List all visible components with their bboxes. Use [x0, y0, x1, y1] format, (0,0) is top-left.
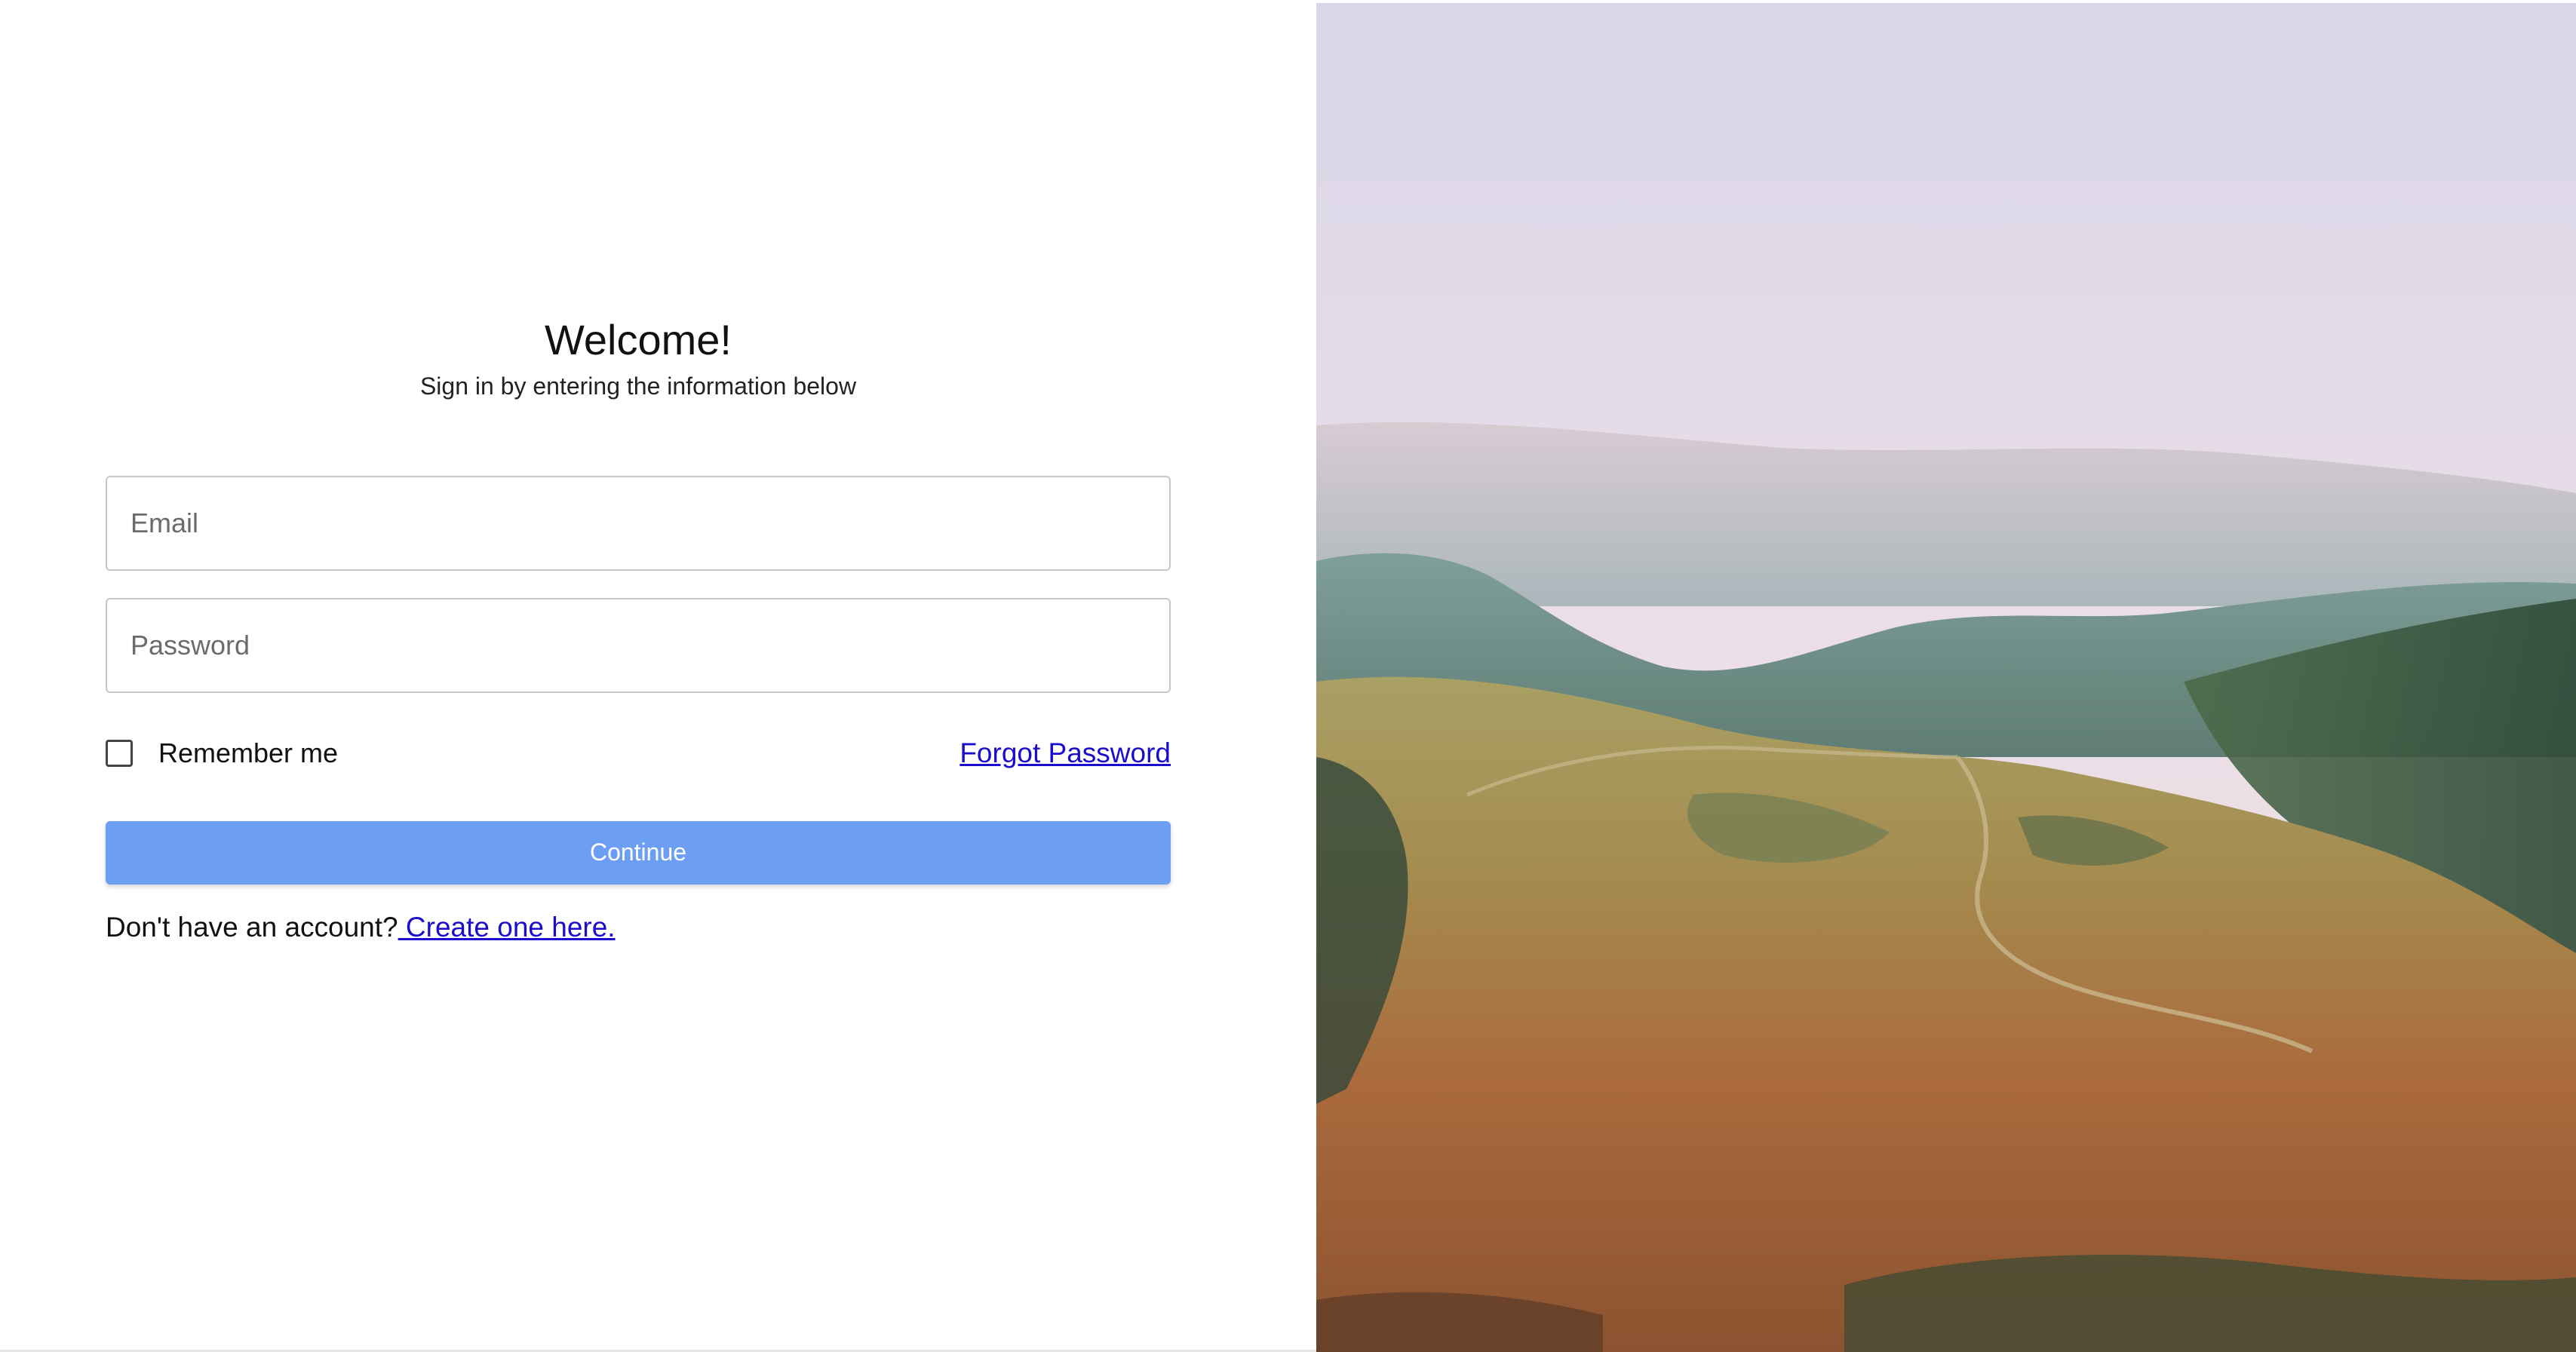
form-options-row: Remember me Forgot Password [106, 731, 1171, 776]
signup-row: Don't have an account? Create one here. [106, 912, 1171, 943]
page-title: Welcome! [545, 316, 732, 363]
page-subtitle: Sign in by entering the information belo… [419, 372, 857, 400]
signup-prompt: Don't have an account? [106, 911, 398, 943]
email-input[interactable] [106, 475, 1171, 571]
create-account-link[interactable]: Create one here. [398, 912, 616, 943]
remember-me-label: Remember me [158, 737, 339, 768]
landscape-illustration [1316, 3, 2576, 1352]
login-panel: Welcome! Sign in by entering the informa… [0, 0, 1316, 1352]
login-form: Welcome! Sign in by entering the informa… [106, 302, 1171, 943]
continue-button[interactable]: Continue [106, 820, 1171, 884]
checkbox-unchecked-icon[interactable] [106, 739, 133, 767]
forgot-password-link[interactable]: Forgot Password [959, 737, 1171, 769]
password-input[interactable] [106, 597, 1171, 693]
login-page: Welcome! Sign in by entering the informa… [0, 0, 2576, 1352]
remember-me-toggle[interactable]: Remember me [106, 737, 338, 769]
form-heading: Welcome! Sign in by entering the informa… [106, 317, 1171, 400]
landscape-image [1316, 3, 2576, 1352]
